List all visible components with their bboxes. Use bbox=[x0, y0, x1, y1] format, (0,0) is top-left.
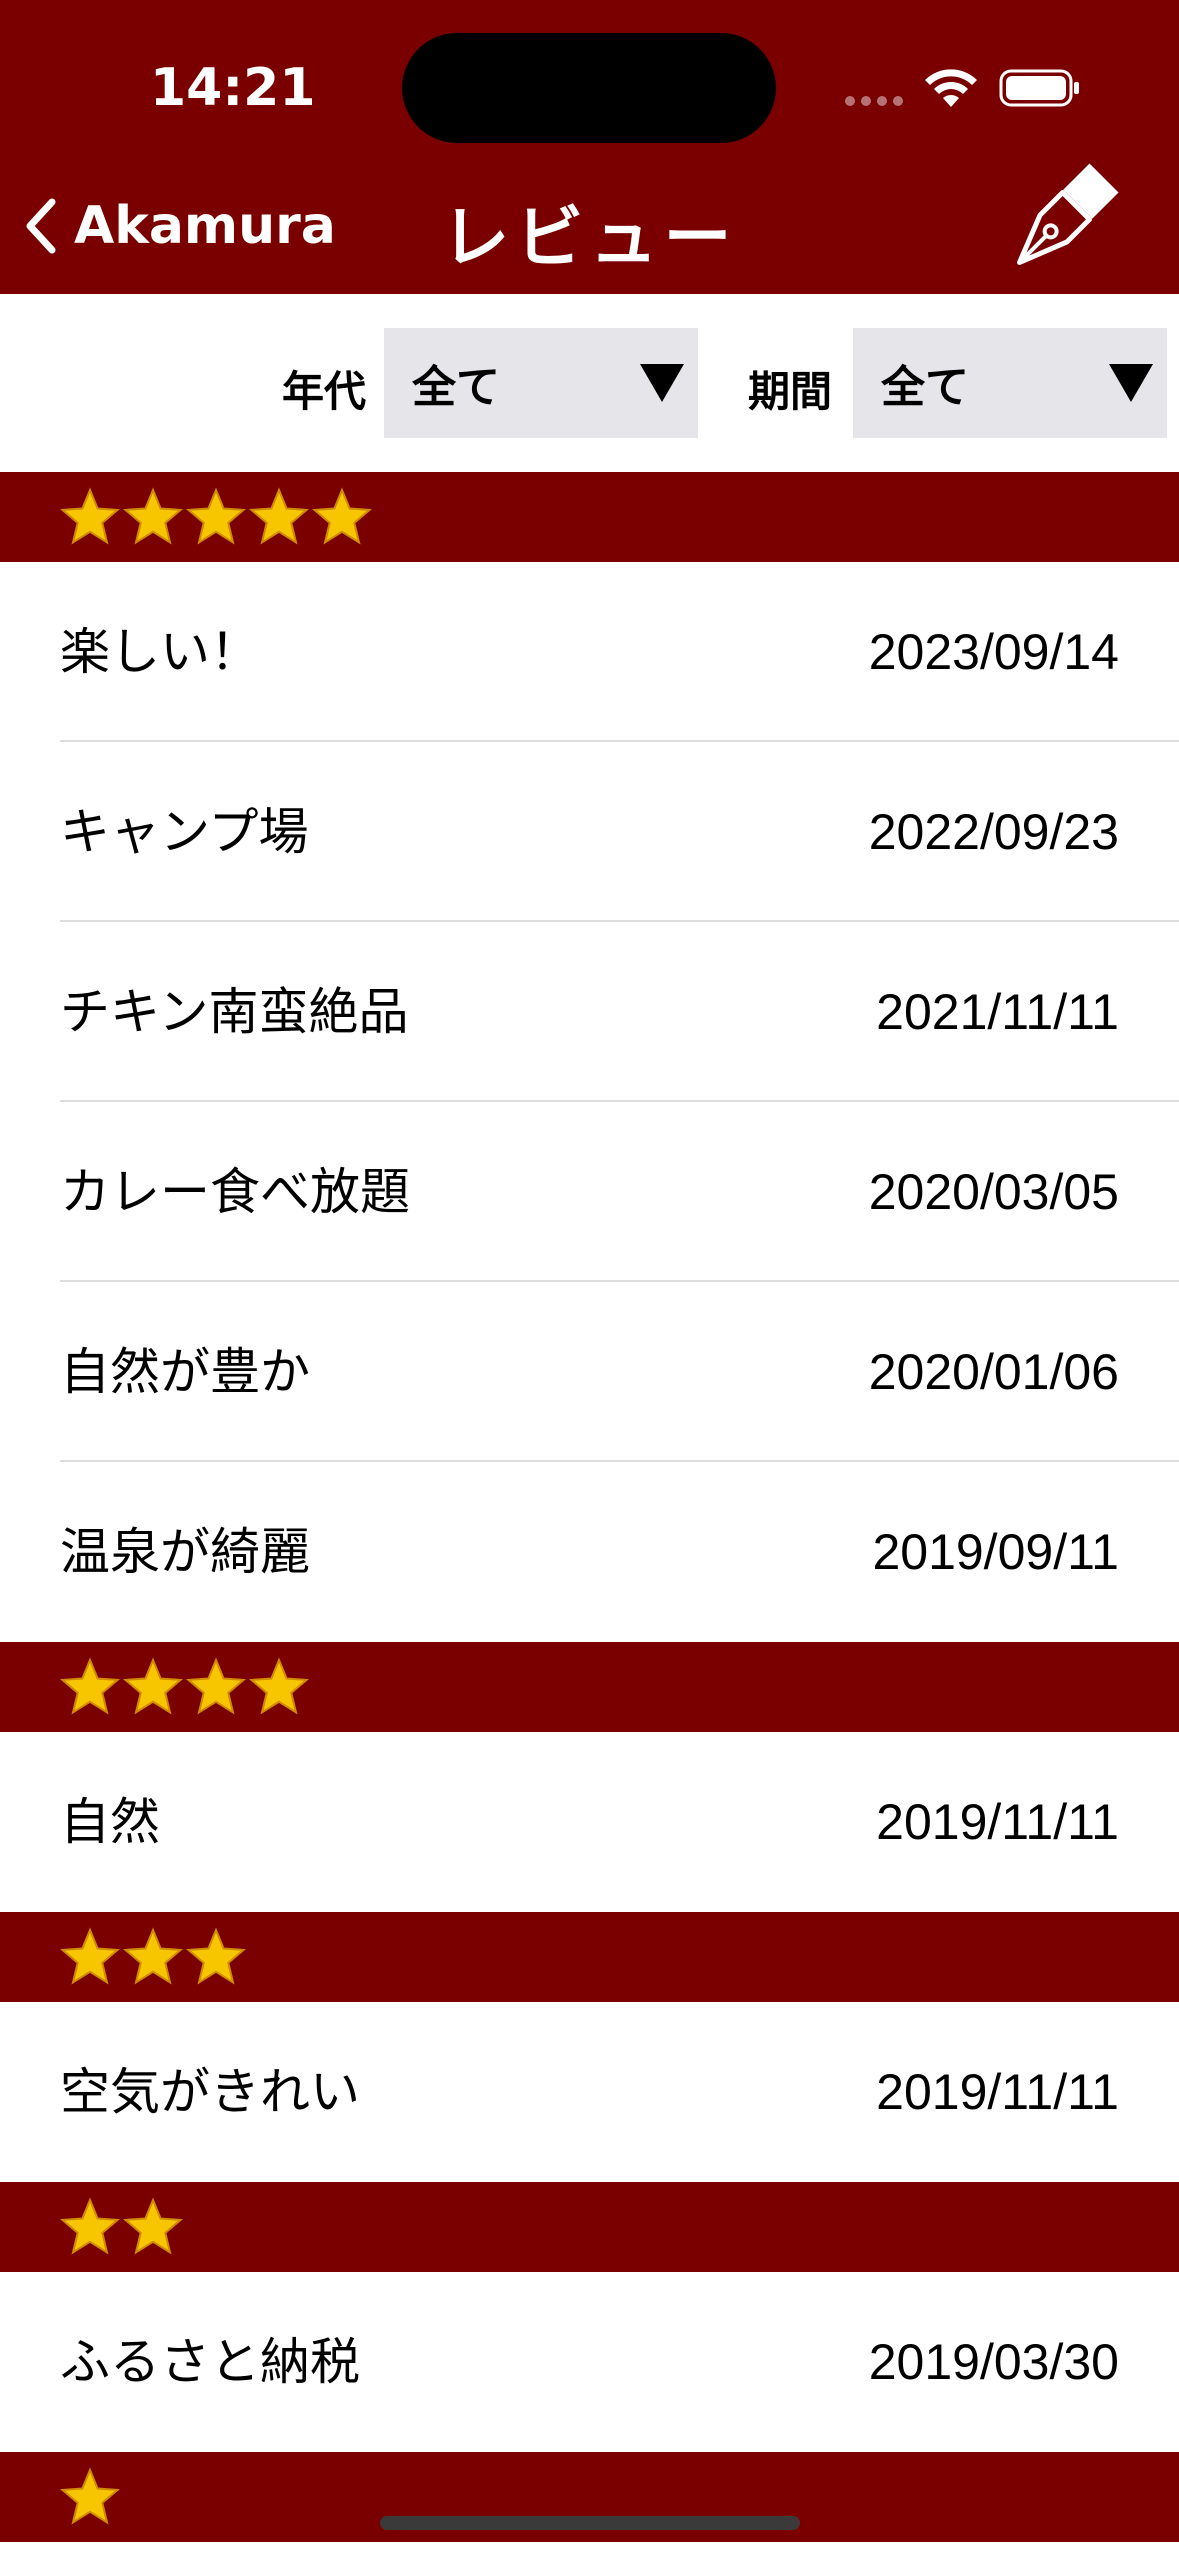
navigation-bar: 14:21 Akamura レビュー bbox=[0, 0, 1179, 294]
rating-section-header bbox=[0, 1912, 1179, 2002]
review-date: 2019/09/11 bbox=[872, 1524, 1119, 1580]
star-icon bbox=[123, 1657, 183, 1715]
period-filter-value: 全て bbox=[881, 362, 969, 413]
review-row[interactable]: ふるさと納税 2019/03/30 bbox=[0, 2272, 1179, 2452]
battery-icon bbox=[999, 69, 1079, 107]
star-icon bbox=[123, 2197, 183, 2255]
review-date: 2020/03/05 bbox=[868, 1164, 1119, 1220]
review-date: 2021/11/11 bbox=[876, 984, 1119, 1040]
review-title: 空気がきれい bbox=[60, 2063, 360, 2121]
star-icon bbox=[60, 2197, 120, 2255]
review-title: ふるさと納税 bbox=[60, 2333, 360, 2391]
review-row[interactable]: 空気がきれい 2019/11/11 bbox=[0, 2002, 1179, 2182]
cellular-signal-icon bbox=[845, 96, 905, 108]
review-date: 2022/09/23 bbox=[868, 804, 1119, 860]
review-date: 2020/01/06 bbox=[868, 1344, 1119, 1400]
status-time: 14:21 bbox=[150, 58, 316, 118]
dropdown-arrow-icon bbox=[1109, 364, 1153, 402]
review-title: 自然が豊か bbox=[60, 1343, 310, 1401]
wifi-icon bbox=[925, 69, 977, 107]
star-icon bbox=[60, 2467, 120, 2525]
review-title: 自然 bbox=[60, 1793, 160, 1851]
star-icon bbox=[312, 487, 372, 545]
review-date: 2019/11/11 bbox=[876, 2064, 1119, 2120]
star-icon bbox=[60, 1927, 120, 1985]
star-icon bbox=[249, 487, 309, 545]
star-icon bbox=[249, 1657, 309, 1715]
star-icon bbox=[60, 1657, 120, 1715]
review-row[interactable]: チキン南蛮絶品 2021/11/11 bbox=[0, 922, 1179, 1102]
period-filter-select[interactable]: 全て bbox=[853, 328, 1167, 438]
review-title: カレー食べ放題 bbox=[60, 1163, 410, 1221]
review-date: 2019/11/11 bbox=[876, 1794, 1119, 1850]
pen-nib-icon[interactable] bbox=[992, 160, 1122, 290]
dropdown-arrow-icon bbox=[640, 364, 684, 402]
star-icon bbox=[186, 487, 246, 545]
review-row[interactable]: キャンプ場 2022/09/23 bbox=[0, 742, 1179, 922]
review-row[interactable]: 温泉が綺麗 2019/09/11 bbox=[0, 1462, 1179, 1642]
age-filter-label: 年代 bbox=[282, 367, 367, 416]
review-row[interactable]: 自然 2019/11/11 bbox=[0, 1732, 1179, 1912]
star-icon bbox=[60, 487, 120, 545]
age-filter-select[interactable]: 全て bbox=[384, 328, 698, 438]
review-title: 楽しい！ bbox=[60, 623, 260, 681]
home-indicator bbox=[380, 2516, 800, 2530]
review-date: 2019/03/30 bbox=[868, 2334, 1119, 2390]
review-row[interactable]: 楽しい！ 2023/09/14 bbox=[0, 562, 1179, 742]
review-date: 2023/09/14 bbox=[868, 624, 1119, 680]
review-title: キャンプ場 bbox=[60, 803, 309, 861]
rating-section-header bbox=[0, 472, 1179, 562]
star-icon bbox=[123, 1927, 183, 1985]
age-filter-value: 全て bbox=[412, 362, 500, 413]
review-row[interactable]: 自然が豊か 2020/01/06 bbox=[0, 1282, 1179, 1462]
star-icon bbox=[123, 487, 183, 545]
star-icon bbox=[186, 1927, 246, 1985]
review-title: 温泉が綺麗 bbox=[60, 1523, 310, 1581]
rating-section-header bbox=[0, 1642, 1179, 1732]
period-filter-label: 期間 bbox=[748, 367, 833, 416]
rating-section-header bbox=[0, 2182, 1179, 2272]
review-row[interactable]: カレー食べ放題 2020/03/05 bbox=[0, 1102, 1179, 1282]
star-icon bbox=[186, 1657, 246, 1715]
review-title: チキン南蛮絶品 bbox=[60, 983, 409, 1041]
dynamic-island bbox=[402, 33, 776, 143]
